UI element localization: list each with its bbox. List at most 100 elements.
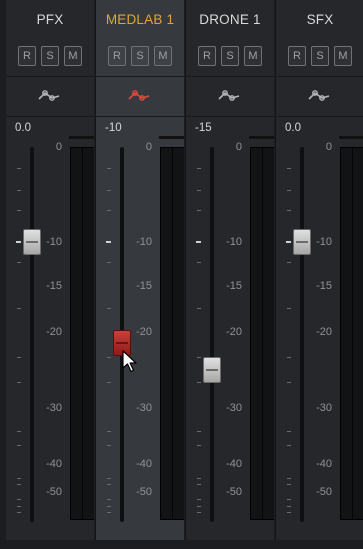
scale-minor-tick [287,506,291,507]
divider [6,76,94,77]
divider [276,76,363,77]
divider [6,116,94,117]
scale-minor-tick [17,484,21,485]
scale-tick-label: -15 [226,280,242,292]
solo-button[interactable]: S [221,46,239,66]
divider [276,116,363,117]
scale-minor-tick [287,308,291,309]
scale-tick-label: -50 [316,486,332,498]
scale-tick-label: -15 [136,280,152,292]
fader-knob[interactable] [23,229,41,255]
scale-minor-tick [197,382,201,383]
scale-tick-label: -10 [226,236,242,248]
rsm-button-group: RSM [288,46,354,68]
scale-minor-tick [17,499,21,500]
scale-minor-tick [197,512,201,513]
channel-name[interactable]: DRONE 1 [186,12,274,27]
scale-minor-tick [197,357,201,358]
scale-tick-label: -15 [46,280,62,292]
fader-knob[interactable] [293,229,311,255]
scale-tick-label: -20 [226,326,242,338]
scale-minor-tick [107,478,111,479]
solo-button[interactable]: S [131,46,149,66]
level-meter [340,147,363,520]
rsm-button-group: RSM [198,46,264,68]
mouse-pointer-icon [122,350,137,373]
scale-minor-tick [107,512,111,513]
channel-name[interactable]: MEDLAB 1 [96,12,184,27]
scale-minor-tick [287,499,291,500]
scale-minor-tick [107,431,111,432]
scale-minor-tick [17,506,21,507]
scale-tick-label: 0 [145,141,152,153]
channel-name[interactable]: SFX [276,12,363,27]
scale-minor-tick [287,431,291,432]
scale-minor-tick [197,499,201,500]
solo-button[interactable]: S [41,46,59,66]
level-meter [70,147,94,520]
scale-minor-tick [17,431,21,432]
level-meter [250,147,274,520]
divider [186,76,274,77]
rsm-button-group: RSM [108,46,174,68]
fader-value-readout: -10 [105,122,122,134]
scale-tick-label: 0 [55,141,62,153]
divider [96,76,184,77]
record-button[interactable]: R [288,46,306,66]
scale-tick-label: -20 [316,326,332,338]
solo-button[interactable]: S [311,46,329,66]
mute-button[interactable]: M [334,46,352,66]
channel-strip-1[interactable]: MEDLAB 1 R S M -10 0 -10 -15 -20 -30 -40 -50 [96,0,184,540]
record-button[interactable]: R [18,46,36,66]
channel-strip-2[interactable]: DRONE 1 R S M -15 0 -10 -15 -20 -30 -40 -50 [186,0,274,540]
channel-strip-3[interactable]: SFX R S M 0.0 0 -10 -15 -20 -30 -40 -50 [276,0,363,540]
level-meter [160,147,184,520]
scale-minor-tick [197,308,201,309]
eq-curve-icon[interactable] [36,84,64,106]
fader-value-readout: 0.0 [285,122,301,134]
eq-curve-icon[interactable] [126,84,154,106]
scale-minor-tick [287,382,291,383]
divider [186,116,274,117]
scale-minor-tick [17,190,21,191]
scale-minor-tick [197,484,201,485]
scale-major-tick [286,241,291,243]
mute-button[interactable]: M [64,46,82,66]
scale-minor-tick [17,262,21,263]
scale-minor-tick [287,478,291,479]
scale-tick-label: -30 [46,402,62,414]
scale-minor-tick [107,262,111,263]
scale-tick-label: -50 [136,486,152,498]
mute-button[interactable]: M [244,46,262,66]
meter-peak-indicator [339,136,363,139]
channel-name[interactable]: PFX [6,12,94,27]
scale-tick-label: -15 [316,280,332,292]
scale-minor-tick [107,484,111,485]
scale-minor-tick [197,506,201,507]
meter-peak-indicator [249,136,274,139]
scale-minor-tick [17,308,21,309]
eq-curve-icon[interactable] [306,84,334,106]
record-button[interactable]: R [198,46,216,66]
scale-minor-tick [287,445,291,446]
scale-minor-tick [197,262,201,263]
scale-minor-tick [197,445,201,446]
scale-minor-tick [287,512,291,513]
fader-knob[interactable] [203,357,221,383]
record-button[interactable]: R [108,46,126,66]
scale-tick-label: -30 [316,402,332,414]
scale-minor-tick [17,445,21,446]
mute-button[interactable]: M [154,46,172,66]
scale-tick-label: -40 [316,458,332,470]
channel-strip-0[interactable]: PFX R S M 0.0 0 -10 -15 -20 -30 -40 -50 [6,0,94,540]
scale-minor-tick [17,168,21,169]
scale-tick-label: -40 [226,458,242,470]
scale-minor-tick [197,210,201,211]
scale-tick-label: -50 [226,486,242,498]
scale-minor-tick [197,168,201,169]
scale-minor-tick [107,308,111,309]
scale-minor-tick [287,484,291,485]
scale-tick-label: -50 [46,486,62,498]
scale-minor-tick [287,262,291,263]
eq-curve-icon[interactable] [216,84,244,106]
